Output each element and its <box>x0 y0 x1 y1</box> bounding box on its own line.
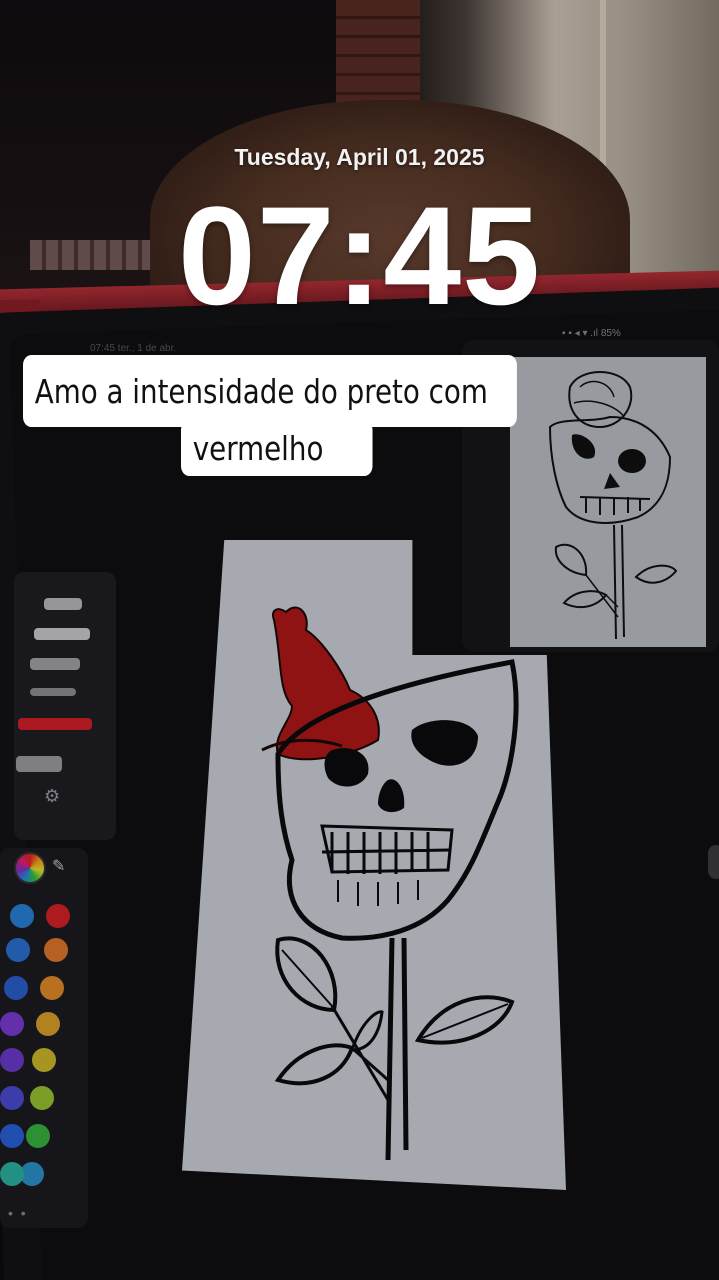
reference-drawing <box>548 371 678 640</box>
caption-line-1: Amo a intensidade do preto com <box>23 355 517 427</box>
palette-more-dots[interactable]: • • <box>8 1205 28 1221</box>
lock-screen-date: Tuesday, April 01, 2025 <box>234 144 485 170</box>
color-swatch[interactable] <box>44 938 68 962</box>
color-swatch[interactable] <box>6 938 30 962</box>
pen-tool[interactable] <box>30 688 76 696</box>
color-swatch[interactable] <box>10 904 34 928</box>
color-swatch[interactable] <box>40 976 64 1000</box>
brick-wall <box>336 0 420 110</box>
color-swatch[interactable] <box>0 1086 24 1110</box>
color-wheel-icon[interactable] <box>14 852 46 884</box>
caption-line-2: vermelho <box>181 420 373 476</box>
color-palette <box>0 848 88 1228</box>
color-swatch[interactable] <box>0 1012 24 1036</box>
side-scroll-handle[interactable] <box>708 845 719 879</box>
color-swatch[interactable] <box>46 904 70 928</box>
color-swatch[interactable] <box>0 1048 24 1072</box>
color-swatch[interactable] <box>0 1162 24 1186</box>
eraser-tool[interactable] <box>16 756 62 772</box>
pencil-tool[interactable] <box>44 598 82 610</box>
eyedropper-icon[interactable]: ✎ <box>52 856 65 876</box>
marker-tool[interactable] <box>30 658 80 670</box>
gear-icon[interactable]: ⚙ <box>44 786 60 807</box>
tablet-status-right: ▪ ▪ ◂ ▾ .ıl 85% <box>562 328 621 339</box>
color-swatch[interactable] <box>0 1124 24 1148</box>
color-swatch[interactable] <box>26 1124 50 1148</box>
brush-tool[interactable] <box>34 628 90 640</box>
tool-panel <box>14 572 116 840</box>
color-swatch[interactable] <box>30 1086 54 1110</box>
lock-screen-clock: 07:45 <box>177 177 542 334</box>
color-swatch[interactable] <box>4 976 28 1000</box>
tablet-status-left: 07:45 ter., 1 de abr. <box>90 343 177 354</box>
battery-level: 85% <box>600 328 621 339</box>
color-swatch[interactable] <box>32 1048 56 1072</box>
color-swatch[interactable] <box>36 1012 60 1036</box>
red-pen-tool[interactable] <box>18 718 92 730</box>
